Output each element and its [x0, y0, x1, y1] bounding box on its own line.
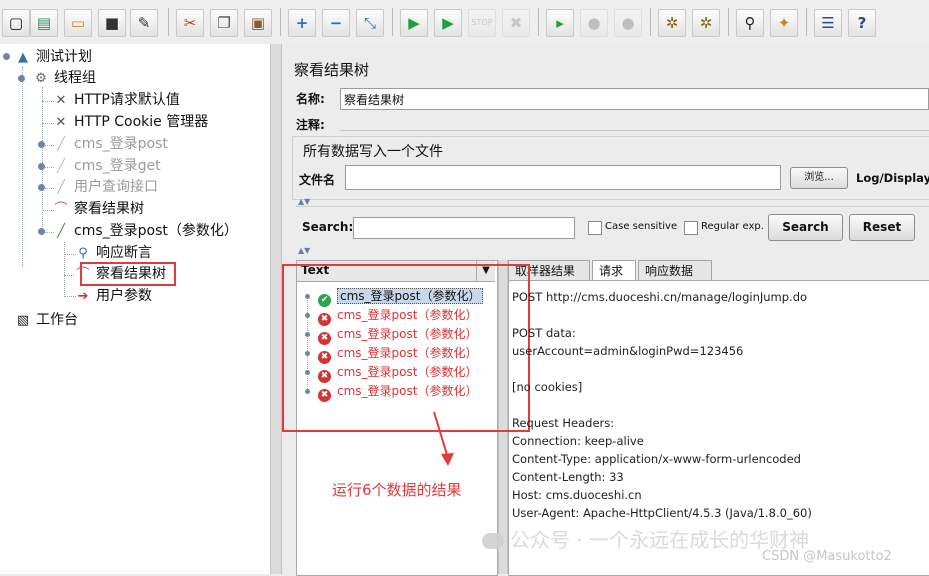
preprocessor-icon: ➔	[77, 289, 89, 304]
collapse-arrows-icon[interactable]: ▲▼	[298, 197, 310, 206]
templates-icon[interactable]: ▤	[30, 9, 58, 37]
stop-icon[interactable]: STOP	[468, 9, 496, 37]
tree-item-cms-login-post-param[interactable]: ╱ cms_登录post（参数化）	[52, 221, 238, 241]
toolbar: ▢ ▤ ▭ ■ ✎ ✂ ❐ ▣ + − ⤡ ▶ ▶ STOP ✖ ▸ ● ● ✲…	[0, 0, 929, 45]
save-as-icon[interactable]: ✎	[130, 9, 158, 37]
annotation-arrow-icon	[433, 411, 454, 466]
config-wrench-icon: ✕	[55, 93, 67, 108]
filename-input[interactable]	[345, 165, 781, 190]
name-input[interactable]: 察看结果树	[340, 88, 929, 110]
case-sensitive-checkbox[interactable]	[588, 221, 602, 235]
highlight-box	[80, 262, 176, 286]
listener-icon: ⌒	[54, 202, 68, 217]
tree-item-response-assertion[interactable]: ⚲ 响应断言	[74, 243, 152, 263]
tree-item-cookie-manager[interactable]: ✕ HTTP Cookie 管理器	[52, 112, 209, 132]
expand-icon[interactable]: +	[288, 9, 316, 37]
test-plan-tree: ▲ 测试计划 ⚙ 线程组 ✕ HTTP请求默认值 ✕ HTTP Cookie 管理器 ╱…	[0, 44, 270, 574]
sampler-icon: ╱	[57, 137, 65, 152]
request-text-line: User-Agent: Apache-HttpClient/4.5.3 (Jav…	[512, 506, 812, 520]
search-label: Search:	[302, 220, 354, 234]
annotation-text: 运行6个数据的结果	[332, 481, 462, 499]
tree-item-cms-login-get[interactable]: ╱ cms_登录get	[52, 156, 161, 176]
tree-item-test-plan[interactable]: ▲ 测试计划	[14, 47, 92, 67]
tree-item-results-tree[interactable]: ⌒ 察看结果树	[52, 199, 144, 219]
tab-request[interactable]: 请求	[592, 260, 636, 280]
toggle-icon[interactable]: ⤡	[356, 9, 384, 37]
comment-field[interactable]	[340, 130, 929, 131]
reset-button[interactable]: Reset	[849, 214, 915, 241]
paste-icon[interactable]: ▣	[244, 9, 272, 37]
regex-checkbox[interactable]	[684, 221, 698, 235]
config-wrench-icon: ✕	[55, 115, 67, 130]
tree-item-thread-group[interactable]: ⚙ 线程组	[32, 68, 96, 88]
wechat-icon	[482, 533, 504, 549]
sampler-icon: ╱	[57, 224, 65, 239]
wechat-watermark: 公众号 · 一个永远在成长的华财神	[482, 524, 809, 553]
request-text-line: POST http://cms.duoceshi.cn/manage/login…	[512, 290, 808, 304]
remote-stop-icon[interactable]: ●	[580, 9, 608, 37]
request-text-line: Content-Type: application/x-www-form-url…	[512, 452, 801, 466]
request-text-line: POST data:	[512, 326, 576, 340]
results-highlight-box	[282, 264, 530, 432]
save-icon[interactable]: ■	[98, 9, 126, 37]
panel-title: 察看结果树	[294, 61, 370, 79]
remote-start-icon[interactable]: ▸	[546, 9, 574, 37]
sampler-icon: ╱	[57, 180, 65, 195]
request-text-line: Connection: keep-alive	[512, 434, 644, 448]
file-section-title: 所有数据写入一个文件	[303, 141, 447, 161]
shutdown-icon[interactable]: ✖	[502, 9, 530, 37]
tree-item-user-parameters[interactable]: ➔ 用户参数	[74, 286, 152, 306]
log-display-label: Log/Display O	[856, 171, 929, 185]
filename-label: 文件名	[299, 173, 336, 187]
test-plan-icon: ▲	[18, 50, 28, 65]
file-section: 所有数据写入一个文件 文件名 浏览... Log/Display O	[292, 136, 929, 200]
reset-search-icon[interactable]: ✦	[770, 9, 798, 37]
cut-icon[interactable]: ✂	[176, 9, 204, 37]
request-text-line: userAccount=admin&loginPwd=123456	[512, 344, 744, 358]
search-input[interactable]	[353, 217, 575, 239]
collapse-icon[interactable]: −	[322, 9, 350, 37]
browse-button[interactable]: 浏览...	[790, 167, 848, 189]
remote-exit-icon[interactable]: ●	[614, 9, 642, 37]
tree-item-cms-login-post[interactable]: ╱ cms_登录post	[52, 134, 168, 154]
thread-group-icon: ⚙	[35, 71, 47, 86]
workbench-icon: ▧	[16, 313, 30, 328]
function-helper-icon[interactable]: ☰	[814, 9, 842, 37]
search-button[interactable]: Search	[768, 214, 843, 241]
start-no-pause-icon[interactable]: ▶	[434, 9, 462, 37]
sampler-icon: ╱	[57, 159, 65, 174]
tree-item-user-query[interactable]: ╱ 用户查询接口	[52, 177, 158, 197]
open-icon[interactable]: ▭	[64, 9, 92, 37]
splitter[interactable]	[270, 44, 282, 574]
request-text-line: [no cookies]	[512, 380, 583, 394]
tree-item-http-defaults[interactable]: ✕ HTTP请求默认值	[52, 90, 180, 110]
request-text-line: Request Headers:	[512, 416, 615, 430]
request-text-line: Content-Length: 33	[512, 470, 624, 484]
copy-icon[interactable]: ❐	[210, 9, 238, 37]
start-icon[interactable]: ▶	[400, 9, 428, 37]
name-label: 名称:	[296, 92, 325, 106]
help-icon[interactable]: ?	[848, 9, 876, 37]
comment-label: 注释:	[296, 118, 325, 132]
assertion-icon: ⚲	[78, 246, 88, 261]
clear-all-icon[interactable]: ✲	[692, 9, 720, 37]
search-icon[interactable]: ⚲	[736, 9, 764, 37]
csdn-watermark: CSDN @Masukotto2	[762, 549, 892, 564]
search-bar: Search: Case sensitive Regular exp. Sear…	[296, 206, 929, 247]
clear-icon[interactable]: ✲	[658, 9, 686, 37]
tab-response-data[interactable]: 响应数据	[638, 260, 712, 280]
case-sensitive-label: Case sensitive	[605, 221, 678, 232]
collapse-arrows-icon[interactable]: ▲▼	[298, 246, 310, 255]
new-icon[interactable]: ▢	[2, 9, 30, 37]
regex-label: Regular exp.	[701, 221, 764, 232]
tree-item-workbench[interactable]: ▧ 工作台	[14, 310, 78, 330]
results-tree-panel: 察看结果树 名称: 察看结果树 注释: 所有数据写入一个文件 文件名 浏览...…	[282, 44, 929, 576]
request-text-line: Host: cms.duoceshi.cn	[512, 488, 642, 502]
